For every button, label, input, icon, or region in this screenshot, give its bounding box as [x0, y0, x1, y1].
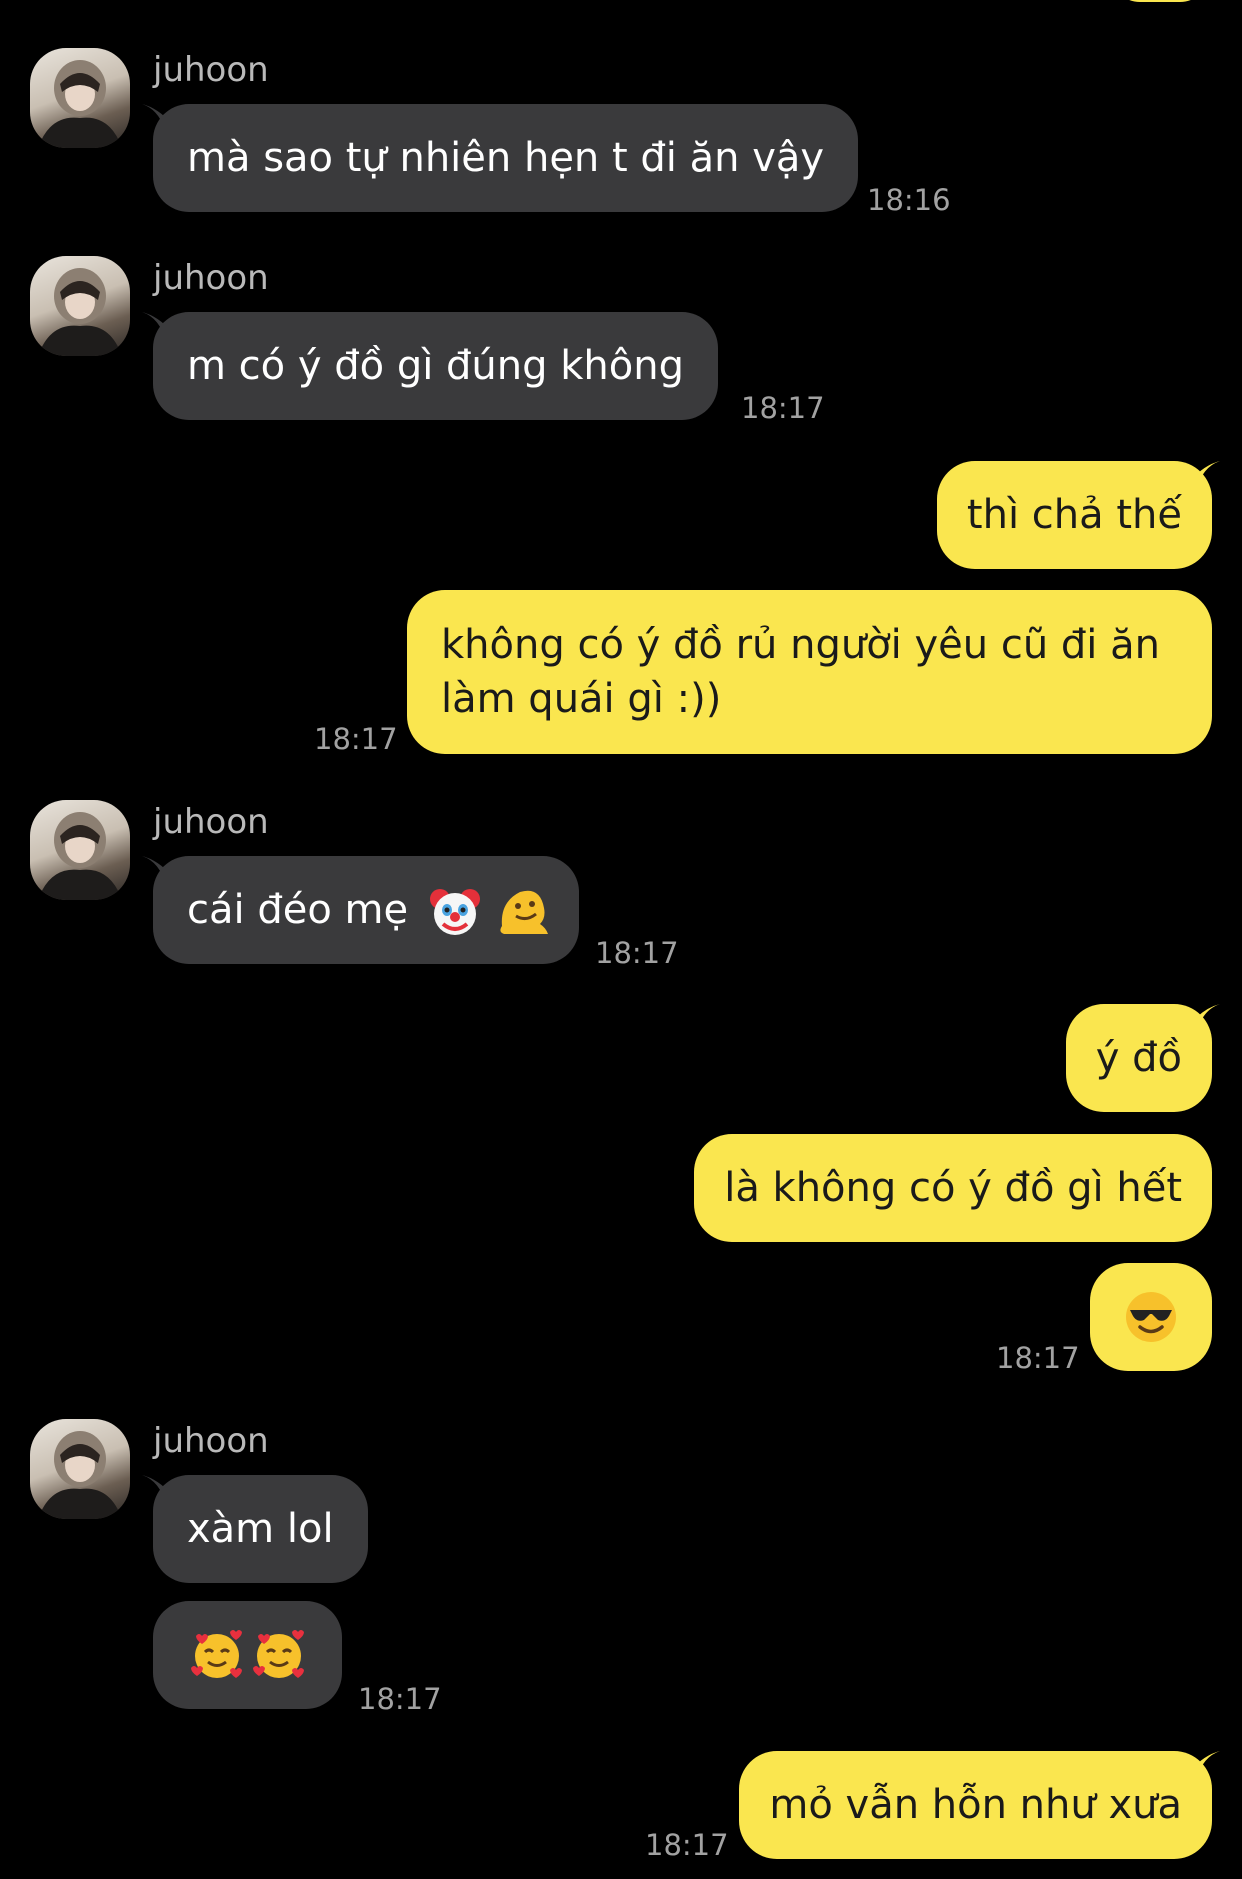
message-bubble[interactable]: mà sao tự nhiên hẹn t đi ăn vậy — [153, 104, 859, 212]
sender-name: juhoon — [153, 50, 269, 90]
message-bubble[interactable]: cái đéo mẹ — [153, 856, 579, 964]
avatar[interactable] — [30, 48, 130, 148]
smiling-face-with-sunglasses-emoji — [1126, 1292, 1176, 1342]
message-text: thì chả thế — [966, 492, 1182, 538]
avatar[interactable] — [30, 256, 130, 356]
message-time: 18:17 — [741, 391, 825, 425]
message-text: mà sao tự nhiên hẹn t đi ăn vậy — [187, 135, 825, 181]
message-bubble[interactable]: m có ý đồ gì đúng không — [153, 312, 718, 420]
message-bubble[interactable]: ý đồ — [1065, 1004, 1212, 1112]
sender-name: juhoon — [153, 802, 269, 842]
message-text: mỏ vẫn hỗn như xưa — [769, 1782, 1182, 1828]
message-time: 18:17 — [645, 1828, 729, 1862]
melting-face-emoji — [499, 890, 548, 934]
message-time: 18:17 — [358, 1682, 442, 1716]
message-text: không có ý đồ rủ người yêu cũ đi ăn làm … — [441, 622, 1160, 722]
message-bubble[interactable]: thì chả thế — [936, 461, 1212, 569]
message-bubble[interactable] — [153, 1601, 342, 1709]
message-bubble[interactable]: là không có ý đồ gì hết — [694, 1134, 1212, 1242]
message-time: 18:17 — [595, 936, 679, 970]
sent-bubble-partial — [1110, 0, 1210, 2]
avatar[interactable] — [30, 800, 130, 900]
message-time: 18:17 — [996, 1341, 1080, 1375]
message-bubble[interactable] — [1090, 1263, 1212, 1371]
message-text: là không có ý đồ gì hết — [724, 1165, 1182, 1211]
message-text: ý đồ — [1095, 1035, 1182, 1081]
avatar[interactable] — [30, 1419, 130, 1519]
message-bubble[interactable]: xàm lol — [153, 1475, 368, 1583]
message-time: 18:16 — [867, 183, 951, 217]
sender-name: juhoon — [153, 1421, 269, 1461]
message-bubble[interactable]: mỏ vẫn hỗn như xưa — [739, 1751, 1212, 1859]
sender-name: juhoon — [153, 258, 269, 298]
smiling-face-with-hearts-emoji — [190, 1630, 242, 1678]
message-time: 18:17 — [314, 722, 398, 756]
message-text: m có ý đồ gì đúng không — [187, 343, 684, 389]
message-text: cái đéo mẹ — [187, 887, 409, 933]
smiling-face-with-hearts-emoji — [252, 1630, 304, 1678]
message-text: xàm lol — [187, 1506, 334, 1552]
message-bubble[interactable]: không có ý đồ rủ người yêu cũ đi ăn làm … — [407, 590, 1212, 754]
clown-face-emoji — [429, 889, 480, 935]
